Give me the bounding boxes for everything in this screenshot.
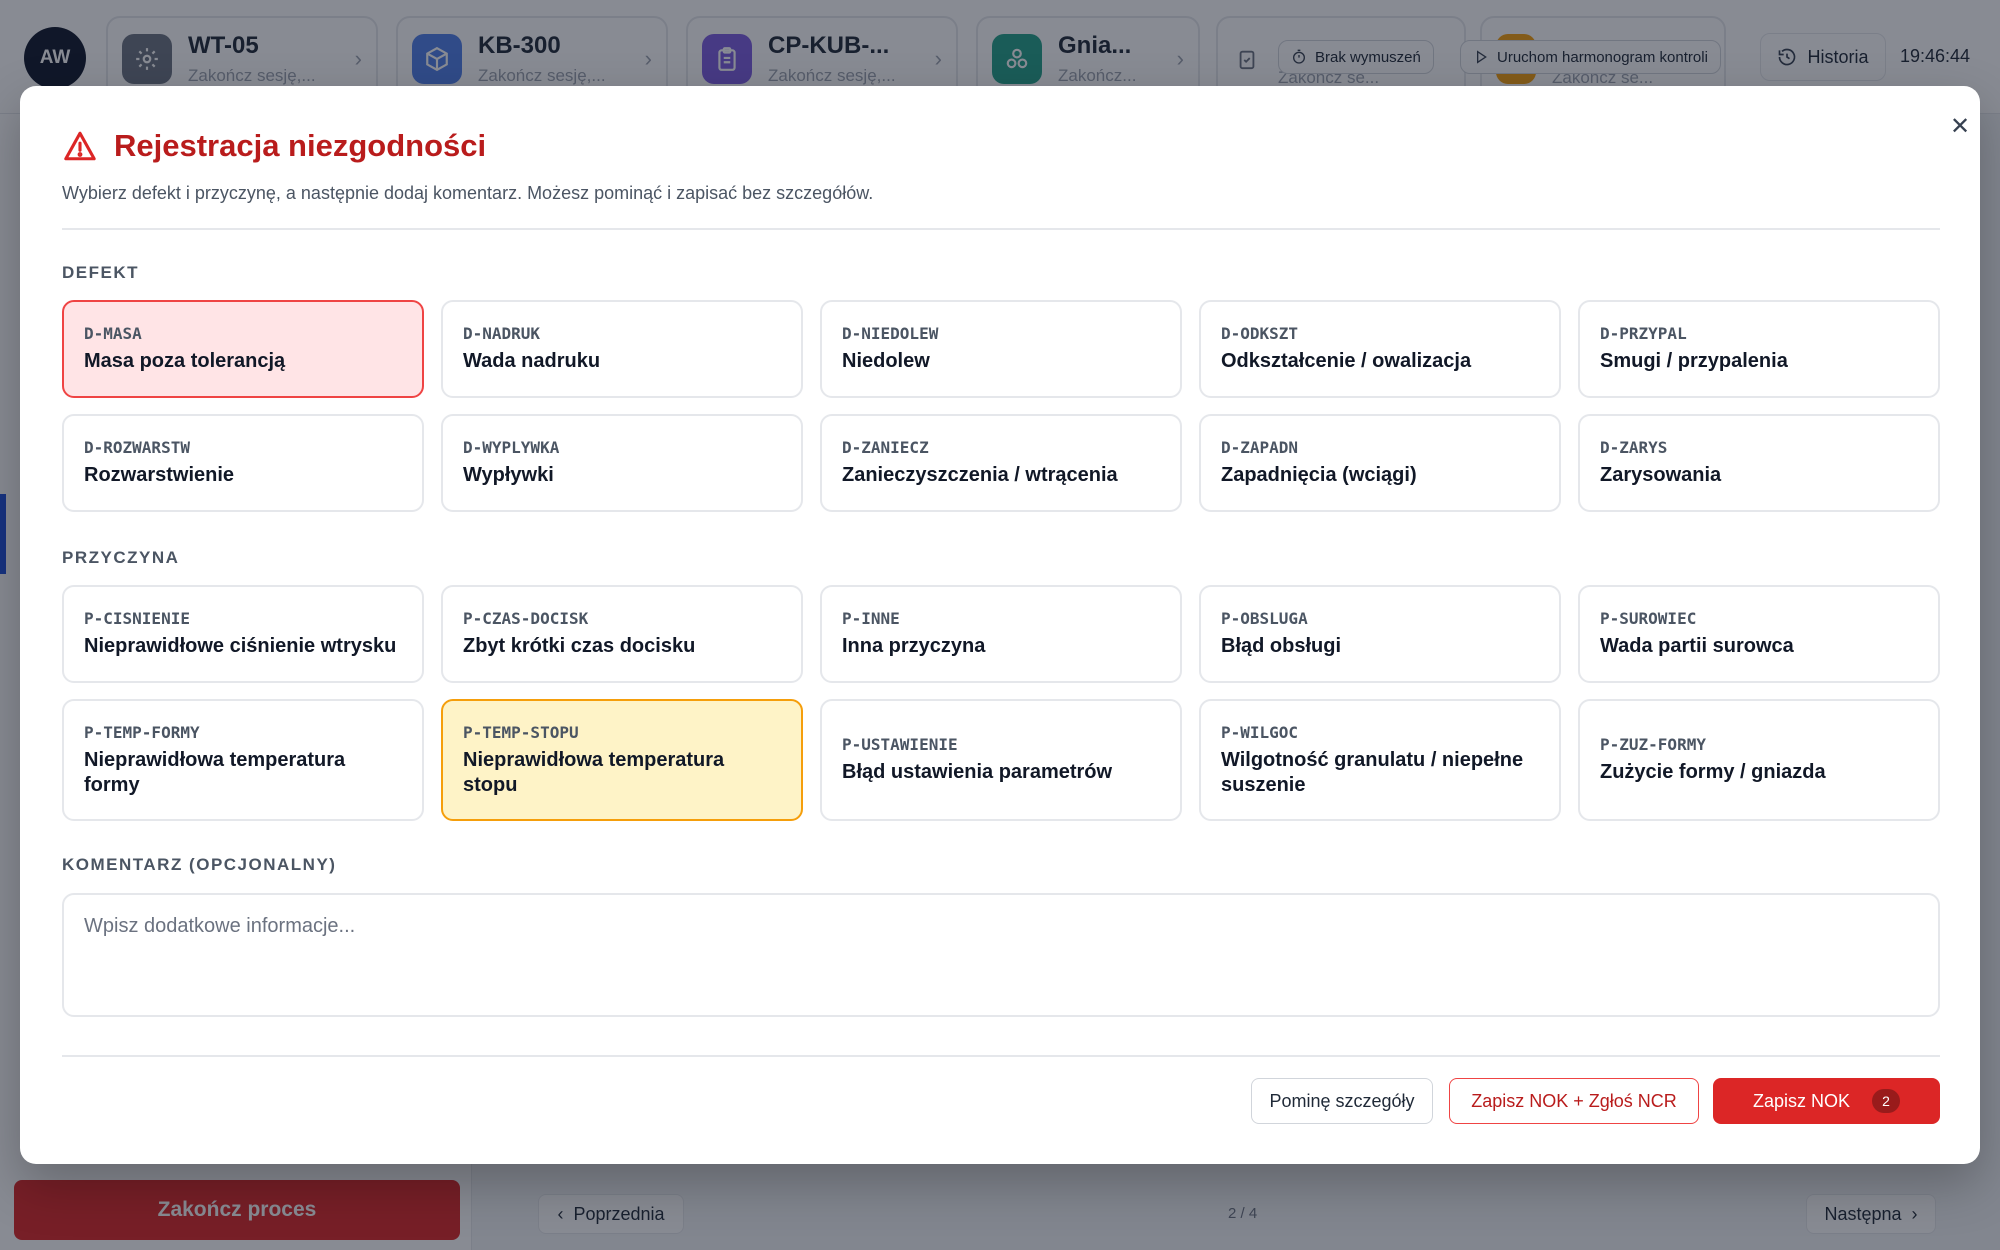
save-nok-label: Zapisz NOK — [1752, 1090, 1851, 1111]
option-code: D-ZANIECZ — [842, 438, 929, 457]
cause-option-p-temp-stopu[interactable]: P-TEMP-STOPU Nieprawidłowa temperatura st… — [441, 699, 803, 821]
cause-options: P-CISNIENIE Nieprawidłowe ciśnienie wtrys… — [62, 585, 1940, 821]
option-code: D-NADRUK — [463, 324, 541, 343]
option-code: P-CZAS-DOCISK — [463, 609, 589, 628]
option-label: Odkształcenie / owalizacja — [1221, 350, 1472, 372]
save-nok-ncr-button[interactable]: Zapisz NOK + Zgłoś NCR — [1449, 1078, 1699, 1124]
close-icon[interactable]: ✕ — [1945, 111, 1975, 141]
option-code: D-NIEDOLEW — [842, 324, 939, 343]
dialog-title: Rejestracja niezgodności — [62, 128, 486, 164]
option-code: D-ZARYS — [1600, 438, 1668, 457]
option-label: Nieprawidłowa temperatura formy — [84, 748, 346, 796]
divider — [62, 228, 1940, 230]
option-label: Zarysowania — [1600, 464, 1722, 486]
option-label: Nieprawidłowe ciśnienie wtrysku — [84, 635, 397, 657]
cause-option-p-surowiec[interactable]: P-SUROWIEC Wada partii surowca — [1578, 585, 1940, 683]
option-label: Niedolew — [842, 350, 930, 372]
option-label: Masa poza tolerancją — [84, 350, 286, 372]
option-label: Nieprawidłowa temperatura stopu — [463, 748, 725, 796]
cause-option-p-zuz-formy[interactable]: P-ZUZ-FORMY Zużycie formy / gniazda — [1578, 699, 1940, 821]
defect-option-d-odkszt[interactable]: D-ODKSZT Odkształcenie / owalizacja — [1199, 300, 1561, 398]
defect-option-d-zapadn[interactable]: D-ZAPADN Zapadnięcia (wciągi) — [1199, 414, 1561, 512]
option-label: Zanieczyszczenia / wtrącenia — [842, 464, 1118, 486]
defect-option-d-wyplywka[interactable]: D-WYPLYWKA Wypływki — [441, 414, 803, 512]
option-code: P-ZUZ-FORMY — [1600, 735, 1706, 754]
shortcut-badge: 2 — [1872, 1089, 1901, 1113]
option-label: Zbyt krótki czas docisku — [463, 635, 696, 657]
option-code: P-TEMP-FORMY — [84, 722, 200, 742]
option-code: D-ROZWARSTW — [84, 438, 190, 457]
option-code: P-USTAWIENIE — [842, 735, 958, 754]
dialog-subtitle: Wybierz defekt i przyczynę, a następnie … — [62, 183, 874, 203]
option-label: Błąd obsługi — [1221, 635, 1341, 657]
cause-option-p-czas-docisk[interactable]: P-CZAS-DOCISK Zbyt krótki czas docisku — [441, 585, 803, 683]
defect-option-d-masa[interactable]: D-MASA Masa poza tolerancją — [62, 300, 424, 398]
option-label: Wilgotność granulatu / niepełne suszenie — [1221, 748, 1524, 796]
skip-details-button[interactable]: Pominę szczegóły — [1251, 1078, 1433, 1124]
option-label: Wada partii surowca — [1600, 635, 1794, 657]
option-code: D-ZAPADN — [1221, 438, 1299, 457]
option-label: Rozwarstwienie — [84, 464, 235, 486]
option-code: P-INNE — [842, 609, 900, 628]
cause-option-p-wilgoc[interactable]: P-WILGOC Wilgotność granulatu / niepełne … — [1199, 699, 1561, 821]
cause-option-p-inne[interactable]: P-INNE Inna przyczyna — [820, 585, 1182, 683]
option-label: Smugi / przypalenia — [1600, 350, 1788, 372]
defect-option-d-zarys[interactable]: D-ZARYS Zarysowania — [1578, 414, 1940, 512]
divider — [62, 1055, 1940, 1057]
option-code: P-WILGOC — [1221, 722, 1299, 742]
nonconformity-dialog: ✕ Rejestracja niezgodności Wybierz defek… — [20, 86, 1980, 1164]
cause-option-p-ustawienie[interactable]: P-USTAWIENIE Błąd ustawienia parametrów — [820, 699, 1182, 821]
comment-input[interactable] — [62, 893, 1940, 1017]
defect-option-d-przypal[interactable]: D-PRZYPAL Smugi / przypalenia — [1578, 300, 1940, 398]
option-code: P-CISNIENIE — [84, 609, 190, 628]
option-label: Błąd ustawienia parametrów — [842, 761, 1113, 783]
option-label: Wypływki — [463, 464, 554, 486]
cause-option-p-temp-formy[interactable]: P-TEMP-FORMY Nieprawidłowa temperatura fo… — [62, 699, 424, 821]
option-code: P-OBSLUGA — [1221, 609, 1308, 628]
option-code: D-MASA — [84, 324, 142, 343]
option-label: Wada nadruku — [463, 350, 601, 372]
option-code: P-TEMP-STOPU — [463, 722, 579, 742]
cause-section-label: PRZYCZYNA — [62, 548, 180, 567]
dialog-title-text: Rejestracja niezgodności — [114, 128, 487, 163]
option-code: D-ODKSZT — [1221, 324, 1299, 343]
option-code: P-SUROWIEC — [1600, 609, 1697, 628]
cause-option-p-cisnienie[interactable]: P-CISNIENIE Nieprawidłowe ciśnienie wtrys… — [62, 585, 424, 683]
comment-section-label: KOMENTARZ (OPCJONALNY) — [62, 855, 337, 874]
option-code: D-PRZYPAL — [1600, 324, 1687, 343]
cause-option-p-obsluga[interactable]: P-OBSLUGA Błąd obsługi — [1199, 585, 1561, 683]
defect-option-d-rozwarstw[interactable]: D-ROZWARSTW Rozwarstwienie — [62, 414, 424, 512]
warning-icon — [64, 131, 96, 161]
defect-option-d-niedolew[interactable]: D-NIEDOLEW Niedolew — [820, 300, 1182, 398]
defect-section-label: DEFEKT — [62, 263, 139, 282]
option-label: Zużycie formy / gniazda — [1600, 761, 1826, 783]
option-label: Zapadnięcia (wciągi) — [1221, 464, 1417, 486]
save-nok-button[interactable]: Zapisz NOK 2 — [1713, 1078, 1940, 1124]
option-code: D-WYPLYWKA — [463, 438, 560, 457]
defect-options: D-MASA Masa poza tolerancją D-NADRUK Wada n… — [62, 300, 1940, 512]
defect-option-d-nadruk[interactable]: D-NADRUK Wada nadruku — [441, 300, 803, 398]
defect-option-d-zaniecz[interactable]: D-ZANIECZ Zanieczyszczenia / wtrącenia — [820, 414, 1182, 512]
option-label: Inna przyczyna — [842, 635, 986, 657]
